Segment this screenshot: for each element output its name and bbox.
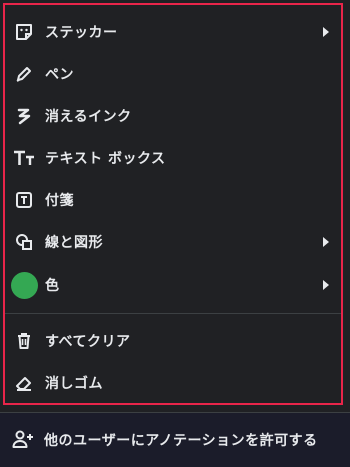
disappearing-ink-icon bbox=[12, 104, 36, 128]
allow-annotations-label: 他のユーザーにアノテーションを許可する bbox=[44, 433, 318, 449]
sticky-note-icon bbox=[12, 188, 36, 212]
menu-item-label: ペン bbox=[45, 67, 74, 83]
menu-item-label: すべてクリア bbox=[45, 334, 131, 350]
sticker-icon bbox=[12, 20, 36, 44]
menu-item-disappearing-ink[interactable]: 消えるインク bbox=[5, 95, 341, 137]
menu-item-color[interactable]: 色 bbox=[5, 264, 341, 306]
add-person-icon bbox=[11, 427, 35, 451]
menu-item-lines-and-shapes[interactable]: 線と図形 bbox=[5, 221, 341, 263]
menu-item-label: ステッカー bbox=[45, 25, 118, 41]
menu-item-eraser[interactable]: 消しゴム bbox=[5, 362, 341, 404]
selected-color-dot bbox=[10, 271, 38, 299]
chevron-right-icon bbox=[321, 279, 331, 291]
eraser-icon bbox=[12, 371, 36, 395]
menu-item-label: 消えるインク bbox=[45, 109, 132, 125]
menu-item-label: 付箋 bbox=[45, 193, 74, 209]
menu-item-sticky-note[interactable]: 付箋 bbox=[5, 179, 341, 221]
allow-annotations-button[interactable]: 他のユーザーにアノテーションを許可する bbox=[0, 412, 350, 467]
menu-item-text-box[interactable]: テキスト ボックス bbox=[5, 137, 341, 179]
color-swatch-icon bbox=[9, 270, 39, 300]
trash-icon bbox=[12, 329, 36, 353]
shapes-icon bbox=[12, 230, 36, 254]
menu-item-clear-all[interactable]: すべてクリア bbox=[5, 320, 341, 362]
menu-item-label: 色 bbox=[45, 278, 60, 294]
menu-divider bbox=[5, 313, 341, 314]
annotation-menu: ステッカー ペン 消えるインク テキスト ボックス 付箋 線と図形 色 すべてク… bbox=[3, 3, 343, 405]
chevron-right-icon bbox=[321, 26, 331, 38]
menu-item-label: 線と図形 bbox=[45, 235, 103, 251]
text-box-icon bbox=[12, 146, 36, 170]
menu-item-pen[interactable]: ペン bbox=[5, 53, 341, 95]
menu-item-label: テキスト ボックス bbox=[45, 151, 166, 167]
menu-item-label: 消しゴム bbox=[45, 376, 103, 392]
pen-icon bbox=[12, 62, 36, 86]
menu-item-sticker[interactable]: ステッカー bbox=[5, 11, 341, 53]
chevron-right-icon bbox=[321, 236, 331, 248]
